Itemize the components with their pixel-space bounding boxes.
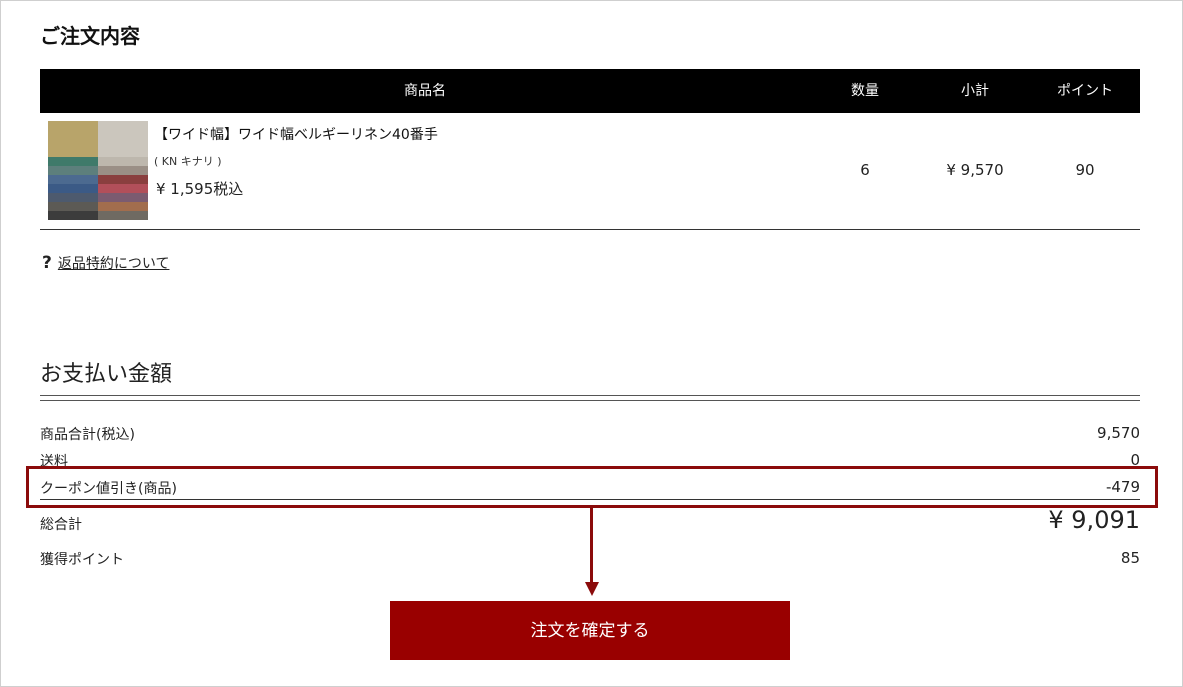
item-subtotal: ¥ 9,570 [946, 161, 1004, 179]
payment-divider [40, 395, 1140, 401]
item-points: 90 [1075, 161, 1095, 179]
header-quantity: 数量 [851, 83, 879, 99]
line-value: 9,570 [1097, 424, 1140, 442]
arrow-down-icon [590, 505, 593, 585]
returns-policy: ? 返品特約について [42, 253, 169, 273]
product-name[interactable]: 【ワイド幅】ワイド幅ベルギーリネン40番手 [154, 124, 438, 144]
total-label: 総合計 [40, 517, 82, 533]
order-section-title: ご注文内容 [40, 24, 140, 48]
order-item-row: 【ワイド幅】ワイド幅ベルギーリネン40番手 ( KN キナリ ) ¥ 1,595… [40, 113, 1140, 230]
coupon-highlight-box [26, 466, 1158, 508]
header-points: ポイント [1057, 83, 1113, 99]
confirm-order-button[interactable]: 注文を確定する [390, 601, 790, 660]
order-table-header: 商品名 数量 小計 ポイント [40, 69, 1140, 113]
question-icon: ? [42, 253, 52, 273]
product-thumbnail[interactable] [48, 121, 148, 220]
arrow-head-icon [585, 582, 599, 596]
total-value: ¥ 9,091 [1048, 506, 1140, 534]
product-unit-price: ¥ 1,595税込 [156, 180, 244, 198]
header-subtotal: 小計 [961, 83, 989, 99]
returns-policy-link[interactable]: 返品特約について [58, 256, 170, 272]
payment-section-title: お支払い金額 [40, 362, 173, 387]
points-value: 85 [1120, 549, 1140, 567]
header-product-name: 商品名 [404, 83, 446, 99]
points-label: 獲得ポイント [40, 552, 124, 568]
line-label: 商品合計(税込) [40, 427, 135, 443]
product-variant: ( KN キナリ ) [154, 155, 222, 168]
item-quantity: 6 [860, 161, 870, 179]
